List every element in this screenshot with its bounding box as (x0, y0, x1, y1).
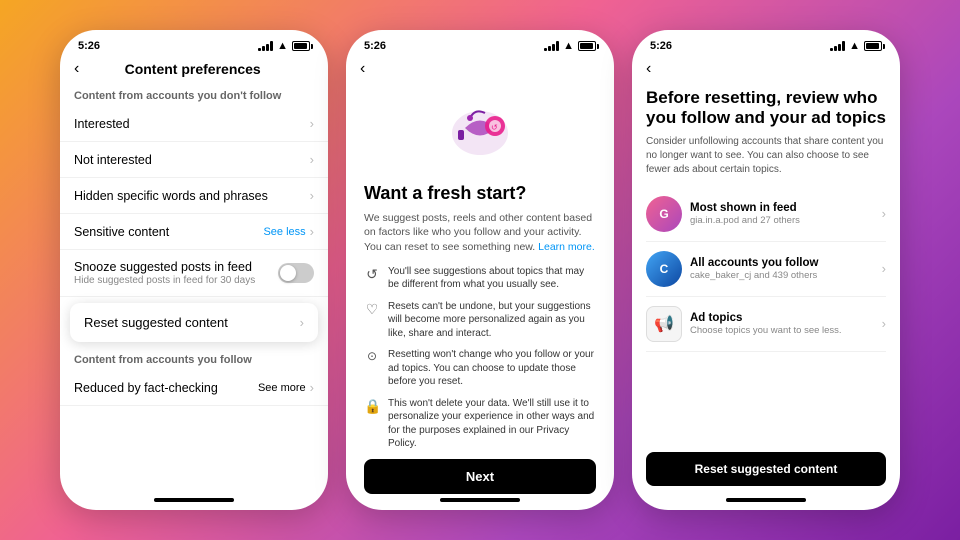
fresh-start-description: We suggest posts, reels and other conten… (364, 211, 596, 255)
avatar-most-shown: G (646, 196, 682, 232)
before-reset-description: Consider unfollowing accounts that share… (646, 135, 886, 177)
home-indicator-1 (154, 498, 234, 502)
chevron-most-shown: › (882, 206, 886, 221)
nav-bar-3: ‹ (632, 56, 900, 84)
time-3: 5:26 (650, 40, 672, 52)
chevron-interested: › (310, 116, 314, 131)
refresh-icon: ↺ (364, 266, 380, 283)
chevron-not-interested: › (310, 152, 314, 167)
reset-box-label: Reset suggested content (84, 315, 228, 330)
signal-icon-3 (830, 41, 845, 51)
fresh-start-title: Want a fresh start? (364, 183, 596, 205)
review-list: G Most shown in feed gia.in.a.pod and 27… (646, 187, 886, 352)
time-1: 5:26 (78, 40, 100, 52)
menu-item-hidden-words[interactable]: Hidden specific words and phrases › (60, 178, 328, 214)
nav-bar-1: ‹ Content preferences (60, 56, 328, 84)
next-button[interactable]: Next (364, 459, 596, 494)
learn-more-link[interactable]: Learn more. (538, 241, 595, 253)
back-button-1[interactable]: ‹ (74, 60, 79, 78)
avatar-all-accounts: C (646, 251, 682, 287)
review-item-all-accounts[interactable]: C All accounts you follow cake_baker_cj … (646, 242, 886, 297)
info-list: ↺ You'll see suggestions about topics th… (364, 265, 596, 451)
review-item-ad-topics[interactable]: 📢 Ad topics Choose topics you want to se… (646, 297, 886, 352)
section-header-2: Content from accounts you follow (60, 348, 328, 370)
info-text-1: Resets can't be undone, but your suggest… (388, 300, 596, 341)
menu-item-snooze-sub: Hide suggested posts in feed for 30 days (74, 275, 278, 286)
ad-topics-icon: 📢 (646, 306, 682, 342)
back-button-3[interactable]: ‹ (646, 60, 651, 78)
phone3-content: Before resetting, review who you follow … (632, 84, 900, 494)
wifi-icon-2: ▲ (563, 40, 574, 52)
status-bar-2: 5:26 ▲ (346, 30, 614, 56)
menu-item-interested[interactable]: Interested › (60, 106, 328, 142)
chevron-fact-checking: › (310, 380, 314, 395)
menu-item-snooze[interactable]: Snooze suggested posts in feed Hide sugg… (60, 250, 328, 297)
heart-icon: ♡ (364, 301, 380, 318)
home-indicator-2 (440, 498, 520, 502)
wifi-icon-3: ▲ (849, 40, 860, 52)
see-more-fact-checking[interactable]: See more (258, 382, 306, 394)
review-title-all-accounts: All accounts you follow (690, 257, 882, 269)
chevron-hidden-words: › (310, 188, 314, 203)
review-title-most-shown: Most shown in feed (690, 202, 882, 214)
svg-text:↺: ↺ (491, 123, 498, 132)
phone2-content: ↺ Want a fresh start? We suggest posts, … (346, 84, 614, 494)
info-item-0: ↺ You'll see suggestions about topics th… (364, 265, 596, 292)
time-2: 5:26 (364, 40, 386, 52)
info-text-0: You'll see suggestions about topics that… (388, 265, 596, 292)
fresh-start-illustration: ↺ (364, 98, 596, 173)
phone-3: 5:26 ▲ ‹ Before resetting, review who yo… (632, 30, 900, 510)
menu-item-fact-checking[interactable]: Reduced by fact-checking See more › (60, 370, 328, 406)
signal-icon-2 (544, 41, 559, 51)
chevron-all-accounts: › (882, 261, 886, 276)
review-sub-all-accounts: cake_baker_cj and 439 others (690, 270, 882, 281)
before-reset-title: Before resetting, review who you follow … (646, 88, 886, 129)
info-item-2: ⊙ Resetting won't change who you follow … (364, 348, 596, 389)
chevron-sensitive: › (310, 224, 314, 239)
phone-2: 5:26 ▲ ‹ ↺ Want a fresh sta (346, 30, 614, 510)
info-item-1: ♡ Resets can't be undone, but your sugge… (364, 300, 596, 341)
review-sub-most-shown: gia.in.a.pod and 27 others (690, 215, 882, 226)
nav-bar-2: ‹ (346, 56, 614, 84)
back-button-2[interactable]: ‹ (360, 60, 365, 78)
status-icons-1: ▲ (258, 40, 310, 52)
chevron-reset: › (300, 315, 304, 330)
signal-icon-1 (258, 41, 273, 51)
battery-icon-2 (578, 41, 596, 51)
wifi-icon-1: ▲ (277, 40, 288, 52)
menu-item-not-interested[interactable]: Not interested › (60, 142, 328, 178)
review-item-most-shown[interactable]: G Most shown in feed gia.in.a.pod and 27… (646, 187, 886, 242)
reset-suggested-content-item[interactable]: Reset suggested content › (70, 303, 318, 342)
home-indicator-3 (726, 498, 806, 502)
lock-icon: 🔒 (364, 398, 380, 415)
page-title-1: Content preferences (87, 61, 298, 77)
phone1-content: Content from accounts you don't follow I… (60, 84, 328, 494)
status-bar-1: 5:26 ▲ (60, 30, 328, 56)
snooze-toggle[interactable] (278, 263, 314, 283)
status-icons-3: ▲ (830, 40, 882, 52)
status-bar-3: 5:26 ▲ (632, 30, 900, 56)
section-header-1: Content from accounts you don't follow (60, 84, 328, 106)
phone-1: 5:26 ▲ ‹ Content preferences Content fro… (60, 30, 328, 510)
menu-item-fact-checking-label: Reduced by fact-checking (74, 381, 258, 395)
review-sub-ad-topics: Choose topics you want to see less. (690, 325, 882, 336)
review-title-ad-topics: Ad topics (690, 312, 882, 324)
chevron-ad-topics: › (882, 316, 886, 331)
menu-item-not-interested-label: Not interested (74, 153, 310, 167)
menu-item-sensitive[interactable]: Sensitive content See less › (60, 214, 328, 250)
see-less-sensitive[interactable]: See less (263, 226, 305, 238)
menu-item-sensitive-label: Sensitive content (74, 225, 263, 239)
info-text-2: Resetting won't change who you follow or… (388, 348, 596, 389)
info-text-3: This won't delete your data. We'll still… (388, 397, 596, 451)
battery-icon-1 (292, 41, 310, 51)
menu-item-hidden-words-label: Hidden specific words and phrases (74, 189, 310, 203)
person-icon: ⊙ (364, 349, 380, 363)
reset-suggested-content-button[interactable]: Reset suggested content (646, 452, 886, 486)
battery-icon-3 (864, 41, 882, 51)
menu-item-interested-label: Interested (74, 117, 310, 131)
status-icons-2: ▲ (544, 40, 596, 52)
menu-item-snooze-label: Snooze suggested posts in feed (74, 260, 278, 274)
info-item-3: 🔒 This won't delete your data. We'll sti… (364, 397, 596, 451)
illustration-svg: ↺ (440, 98, 520, 168)
